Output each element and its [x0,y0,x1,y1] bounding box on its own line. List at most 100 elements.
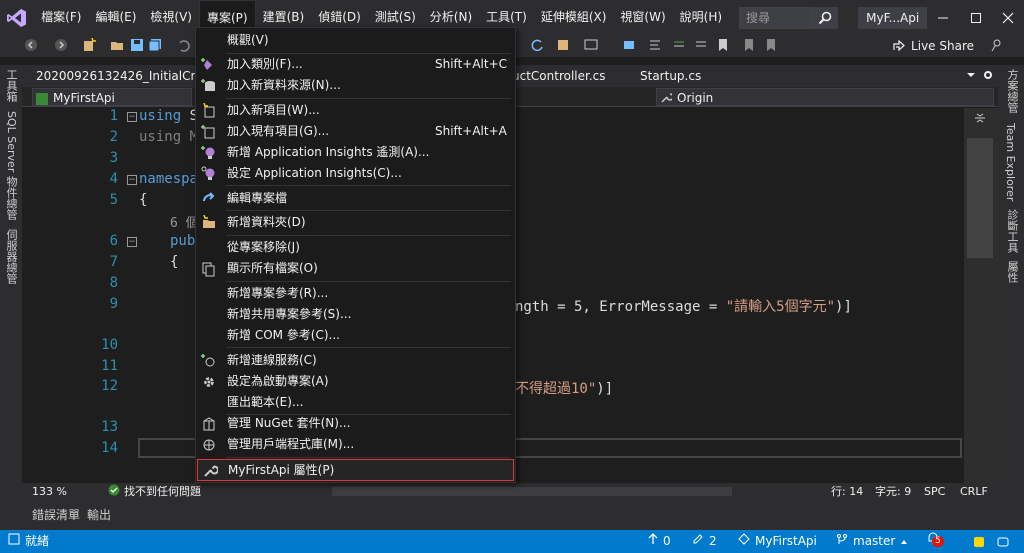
zoom-level[interactable]: 133 % [32,484,67,499]
branch-name[interactable]: master [836,530,908,553]
publish-icon[interactable] [556,38,570,52]
line-ending[interactable]: CRLF [960,484,988,499]
menu-item-overview[interactable]: 概觀(V) [196,30,515,51]
bookmark-prev-icon[interactable] [742,38,756,52]
feedback-icon[interactable] [990,38,1004,52]
menu-extensions[interactable]: 延伸模組(X) [534,0,614,35]
push-count[interactable]: 0 [648,530,671,553]
repository-name[interactable]: MyFirstApi [738,530,817,553]
horizontal-scrollbar[interactable] [332,487,732,496]
fold-toggle-icon[interactable]: − [127,237,137,247]
save-icon[interactable] [130,38,144,52]
live-share-button[interactable]: Live Share [892,37,974,55]
bookmark-icon[interactable] [716,38,730,52]
uncomment-icon[interactable] [694,38,708,52]
menu-item-add-app-insights[interactable]: 新增 Application Insights 遙測(A)... [196,142,515,163]
line-number: 10 [101,337,118,353]
search-icon[interactable] [811,6,839,29]
properties-tab[interactable]: 屬性 [1004,261,1020,283]
forward-icon[interactable] [54,38,68,52]
line-number: 14 [101,440,118,456]
edit-project-file-icon [201,191,217,207]
toolbox-tab[interactable]: 工具箱 [3,69,19,102]
menu-item-new-folder[interactable]: 新增資料夾(D) [196,212,515,233]
menu-item-manage-client-libraries[interactable]: 管理用戶端程式庫(M)... [196,434,515,455]
member-selector-label: Origin [677,91,714,105]
tab-product-controller[interactable]: uctController.cs [502,65,616,87]
menu-item-project-properties[interactable]: MyFirstApi 屬性(P) [197,459,514,481]
menu-help[interactable]: 說明(H) [673,0,729,35]
menu-item-show-all-files[interactable]: 顯示所有檔案(O) [196,258,515,279]
menu-item-add-new-item[interactable]: 加入新項目(W)... [196,100,515,121]
right-tool-strip: 方案總管 Team Explorer 診斷工具 屬性 [998,65,1024,500]
server-explorer-tab[interactable]: 伺服器總管 [3,229,19,284]
menu-item-add-project-reference[interactable]: 新增專案參考(R)... [196,283,515,304]
split-view-icon[interactable] [974,112,986,127]
menu-edit[interactable]: 編輯(E) [88,0,143,35]
menu-item-add-connected-service[interactable]: 新增連線服務(C) [196,350,515,371]
add-data-source-icon [201,78,217,94]
code-line-2: using M [139,129,199,145]
bookmark-next-icon[interactable] [764,38,778,52]
close-icon[interactable] [992,0,1024,35]
copilot-status-icon[interactable] [972,530,986,553]
undo-icon[interactable] [176,38,190,52]
solution-explorer-tab[interactable]: 方案總管 [1004,69,1020,113]
refresh-icon[interactable] [530,38,544,52]
menu-item-export-template[interactable]: 匯出範本(E)... [196,392,515,413]
menu-window[interactable]: 視窗(W) [613,0,672,35]
fold-toggle-icon[interactable]: − [127,175,137,185]
menu-item-add-com-reference[interactable]: 新增 COM 參考(C)... [196,325,515,346]
visual-studio-logo-icon[interactable] [0,0,34,35]
menu-item-add-shared-project-reference[interactable]: 新增共用專案參考(S)... [196,304,515,325]
search-input[interactable]: 搜尋 [739,6,812,29]
comment-icon[interactable] [672,38,686,52]
menu-item-set-as-startup[interactable]: 設定為啟動專案(A) [196,371,515,392]
notifications[interactable]: 5 [926,530,944,553]
menu-item-add-class[interactable]: 加入類別(F)... Shift+Alt+C [196,54,515,75]
menu-item-manage-nuget[interactable]: 管理 NuGet 套件(N)... [196,413,515,434]
check-circle-icon [108,484,120,500]
member-selector[interactable]: Origin [656,88,994,106]
tab-output[interactable]: 輸出 [87,506,111,523]
chevron-up-icon [900,530,908,553]
open-folder-icon[interactable] [110,38,124,52]
pending-changes[interactable]: 2 [692,530,717,553]
pending-changes-label: 2 [709,534,717,548]
tab-settings-gear-icon[interactable] [982,69,994,84]
team-explorer-tab[interactable]: Team Explorer [1004,123,1017,201]
menu-file[interactable]: 檔案(F) [34,0,88,35]
tab-startup[interactable]: Startup.cs [630,65,711,87]
menu-separator [226,98,511,99]
new-project-icon[interactable] [82,37,96,52]
step-icon[interactable] [622,38,636,52]
line-number: 7 [109,254,118,270]
sql-server-explorer-tab[interactable]: SQL Server 物件總管 [3,111,19,220]
feedback-status-icon[interactable] [996,530,1010,553]
fold-toggle-icon[interactable]: − [127,112,137,122]
editor-status-row: 133 % 找不到任何問題 行: 14 字元: 9 SPC CRLF [22,483,998,500]
menu-item-edit-project-file[interactable]: 編輯專案檔 [196,188,515,209]
tab-error-list[interactable]: 錯誤清單 [32,506,80,523]
save-all-icon[interactable] [148,38,162,52]
project-selector[interactable]: MyFirstApi [32,88,192,106]
minimize-icon[interactable] [927,0,959,35]
code-line-12: 不得超過10")] [515,381,614,397]
menu-item-add-existing-item[interactable]: 加入現有項目(G)... Shift+Alt+A [196,121,515,142]
menu-item-remove-from-project[interactable]: 從專案移除(J) [196,237,515,258]
tab-list-dropdown-icon[interactable] [966,69,976,84]
diagnostic-tools-tab[interactable]: 診斷工具 [1004,209,1020,253]
scrollbar-thumb[interactable] [967,138,993,258]
menu-view[interactable]: 檢視(V) [143,0,199,35]
maximize-icon[interactable] [959,0,991,35]
indent-mode[interactable]: SPC [924,484,945,499]
screen-icon[interactable] [584,38,598,52]
format-icon[interactable] [648,38,662,52]
vertical-scrollbar[interactable] [964,108,998,483]
menu-item-configure-app-insights[interactable]: 設定 Application Insights(C)... [196,163,515,184]
project-selector-label: MyFirstApi [53,91,115,105]
add-class-icon [201,57,217,73]
back-icon[interactable] [24,38,38,52]
menu-item-add-data-source[interactable]: 加入新資料來源(N)... [196,75,515,96]
issues-indicator[interactable]: 找不到任何問題 [108,484,201,499]
